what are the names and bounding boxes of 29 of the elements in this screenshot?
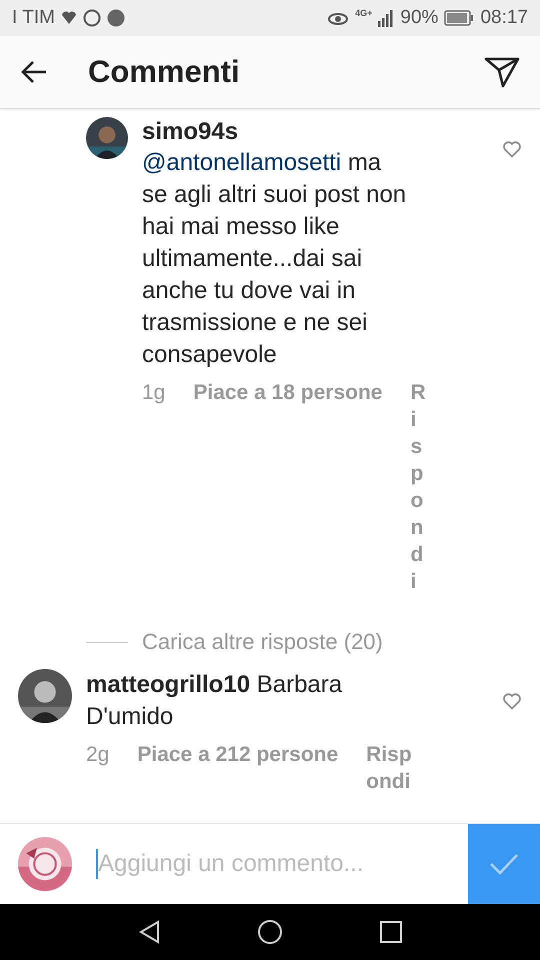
send-icon[interactable] xyxy=(484,56,520,88)
likes-count[interactable]: Piace a 212 persone xyxy=(137,741,338,768)
username[interactable]: simo94s xyxy=(142,117,488,147)
username[interactable]: matteogrillo10 xyxy=(86,671,250,698)
comment-time: 2g xyxy=(86,742,110,768)
battery-percent: 90% xyxy=(400,7,438,29)
signal-icon xyxy=(378,9,394,27)
likes-count[interactable]: Piace a 18 persone xyxy=(193,379,382,406)
mention-link[interactable]: @antonellamosetti xyxy=(142,149,342,176)
carrier-label: I TIM xyxy=(12,7,55,29)
comment-time: 1g xyxy=(142,380,166,406)
reply-button[interactable]: Rispondi xyxy=(410,379,422,595)
heart-icon[interactable] xyxy=(502,139,522,159)
back-button[interactable] xyxy=(20,60,48,84)
page-title: Commenti xyxy=(88,54,241,90)
heart-icon[interactable] xyxy=(502,691,522,711)
home-icon[interactable] xyxy=(256,919,283,945)
comment-text: matteogrillo10 Barbara D'umido xyxy=(86,670,344,732)
heart-rate-icon xyxy=(60,10,77,26)
reply-button[interactable]: Rispondi xyxy=(366,741,422,795)
check-icon xyxy=(488,852,520,876)
back-triangle-icon[interactable] xyxy=(138,920,160,944)
clock: 08:17 xyxy=(480,7,528,29)
eye-icon xyxy=(327,10,350,26)
recents-icon[interactable] xyxy=(380,921,402,943)
load-more-replies[interactable]: Carica altre risposte (20) xyxy=(142,629,383,655)
battery-icon xyxy=(444,10,474,26)
network-label: 4G+ xyxy=(355,8,372,18)
comment-text: @antonellamosetti ma se agli altri suoi post non hai mai messo like ultimamente...dai sai anche tu dove vai in trasmissione e ne sei consapevole xyxy=(142,148,408,370)
